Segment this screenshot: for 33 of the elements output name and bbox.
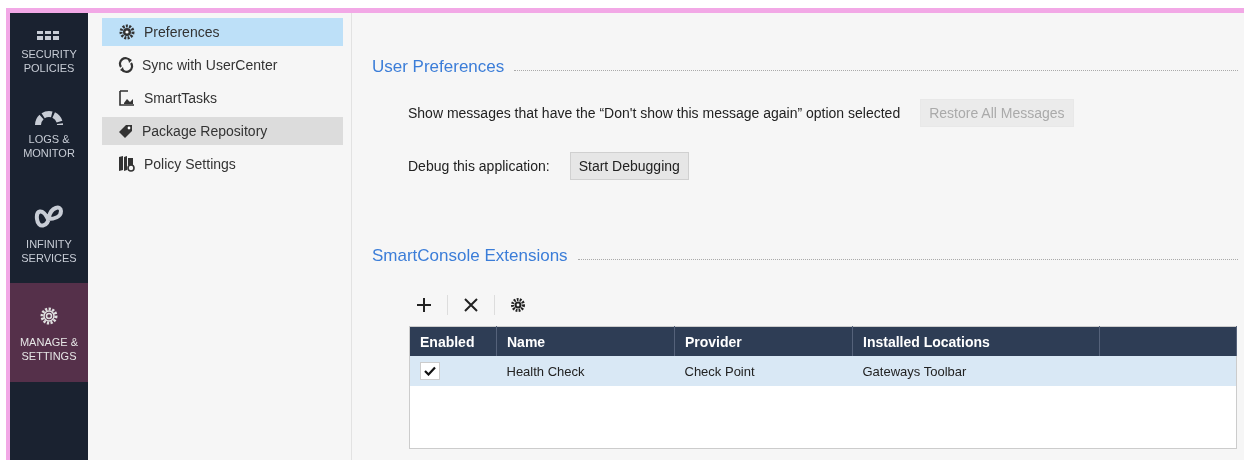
section-title: User Preferences [372,57,505,77]
table-cell: Health Check [496,356,675,386]
column-header[interactable]: Name [496,326,675,356]
setting-label: Debug this application: [408,158,550,174]
nav-item[interactable]: SECURITY POLICIES [10,13,88,85]
grid-icon [36,31,62,41]
close-icon[interactable] [463,297,479,313]
table-cell: Gateways Toolbar [852,356,1100,386]
sidebar-item[interactable]: Sync with UserCenter [102,51,343,79]
gear-icon [118,23,136,41]
sidebar-item[interactable]: SmartTasks [102,84,343,112]
tag-icon [118,123,134,139]
column-header[interactable]: Provider [674,326,853,356]
sidebar-item[interactable]: Preferences [102,18,343,46]
column-header[interactable]: Installed Locations [852,326,1100,356]
setting-label: Show messages that have the “Don't show this message again” option selected [408,105,901,121]
section-title: SmartConsole Extensions [372,246,568,266]
gauge-icon [35,109,63,126]
add-icon[interactable] [416,297,432,313]
sidebar-item[interactable]: Package Repository [102,117,343,145]
sync-icon [118,57,134,73]
table-cell: Check Point [674,356,853,386]
settings-icon[interactable] [510,297,526,313]
policy-icon [118,155,136,173]
check-icon [424,366,436,376]
nav-item[interactable]: INFINITY SERVICES [10,184,88,283]
nav-item[interactable]: LOGS & MONITOR [10,85,88,184]
sidebar-item[interactable]: Policy Settings [102,150,343,178]
tablet-icon [118,89,136,107]
column-header[interactable]: Enabled [409,326,497,356]
checkbox[interactable] [420,362,440,380]
action-button[interactable]: Start Debugging [569,152,689,180]
nav-item[interactable]: MANAGE & SETTINGS [10,283,88,382]
